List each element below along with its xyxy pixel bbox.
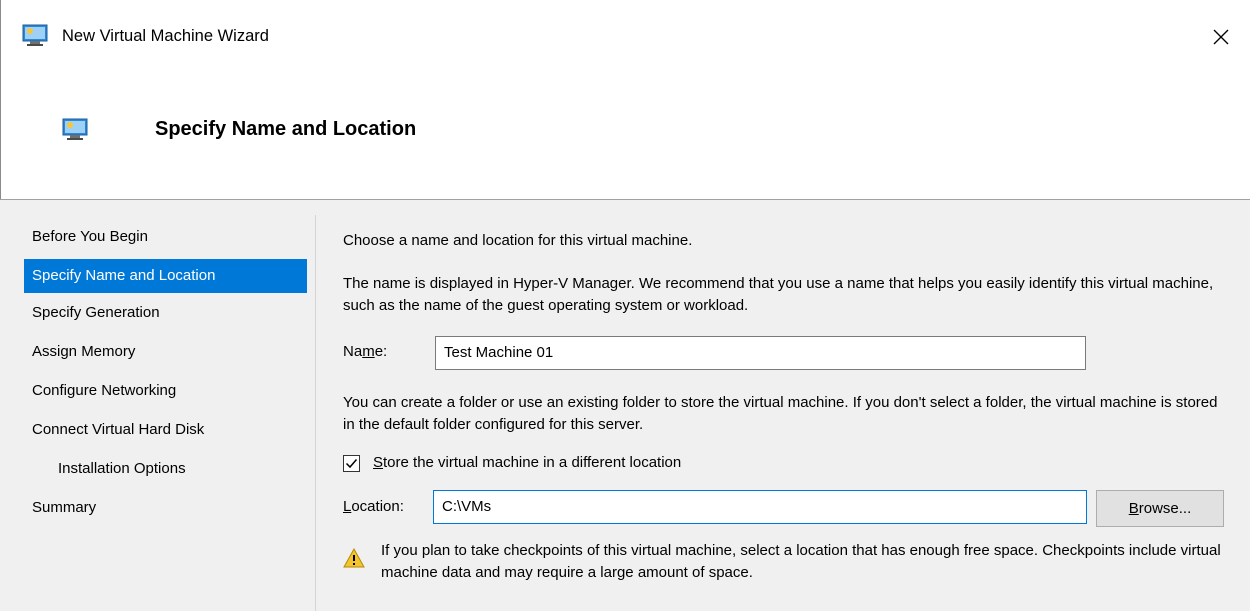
nav-divider — [315, 215, 316, 611]
window-title: New Virtual Machine Wizard — [62, 27, 269, 45]
name-label: Name: — [343, 343, 388, 360]
warning-icon — [343, 548, 365, 568]
nav-item-specify-name-and-location[interactable]: Specify Name and Location — [24, 259, 307, 293]
nav-item-specify-generation[interactable]: Specify Generation — [24, 296, 307, 335]
nav-item-summary[interactable]: Summary — [24, 491, 307, 530]
name-input[interactable]: Test Machine 01 — [435, 336, 1086, 370]
nav-item-installation-options[interactable]: Installation Options — [24, 452, 307, 491]
nav-item-configure-networking[interactable]: Configure Networking — [24, 374, 307, 413]
store-location-label[interactable]: Store the virtual machine in a different… — [373, 454, 681, 471]
wizard-steps-nav: Before You Begin Specify Name and Locati… — [24, 220, 307, 530]
browse-button[interactable]: Browse... — [1096, 490, 1224, 527]
close-button[interactable] — [1198, 14, 1244, 60]
wizard-window: New Virtual Machine Wizard Specify Name … — [0, 0, 1250, 611]
nav-item-assign-memory[interactable]: Assign Memory — [24, 335, 307, 374]
warning-text: If you plan to take checkpoints of this … — [381, 542, 1221, 581]
title-bar: New Virtual Machine Wizard — [0, 0, 1250, 76]
location-input[interactable]: C:\VMs — [433, 490, 1087, 524]
nav-item-before-you-begin[interactable]: Before You Begin — [24, 220, 307, 259]
intro-text: Choose a name and location for this virt… — [343, 232, 693, 249]
name-help-text: The name is displayed in Hyper-V Manager… — [343, 275, 1214, 314]
page-title: Specify Name and Location — [155, 118, 417, 140]
header-virtual-machine-icon — [62, 118, 88, 140]
nav-item-connect-virtual-hard-disk[interactable]: Connect Virtual Hard Disk — [24, 413, 307, 452]
virtual-machine-icon — [22, 24, 48, 46]
folder-help-text: You can create a folder or use an existi… — [343, 394, 1218, 433]
close-icon — [1213, 29, 1229, 45]
location-label: Location: — [343, 498, 404, 515]
checkmark-icon — [345, 459, 358, 469]
store-location-checkbox[interactable] — [343, 455, 360, 472]
